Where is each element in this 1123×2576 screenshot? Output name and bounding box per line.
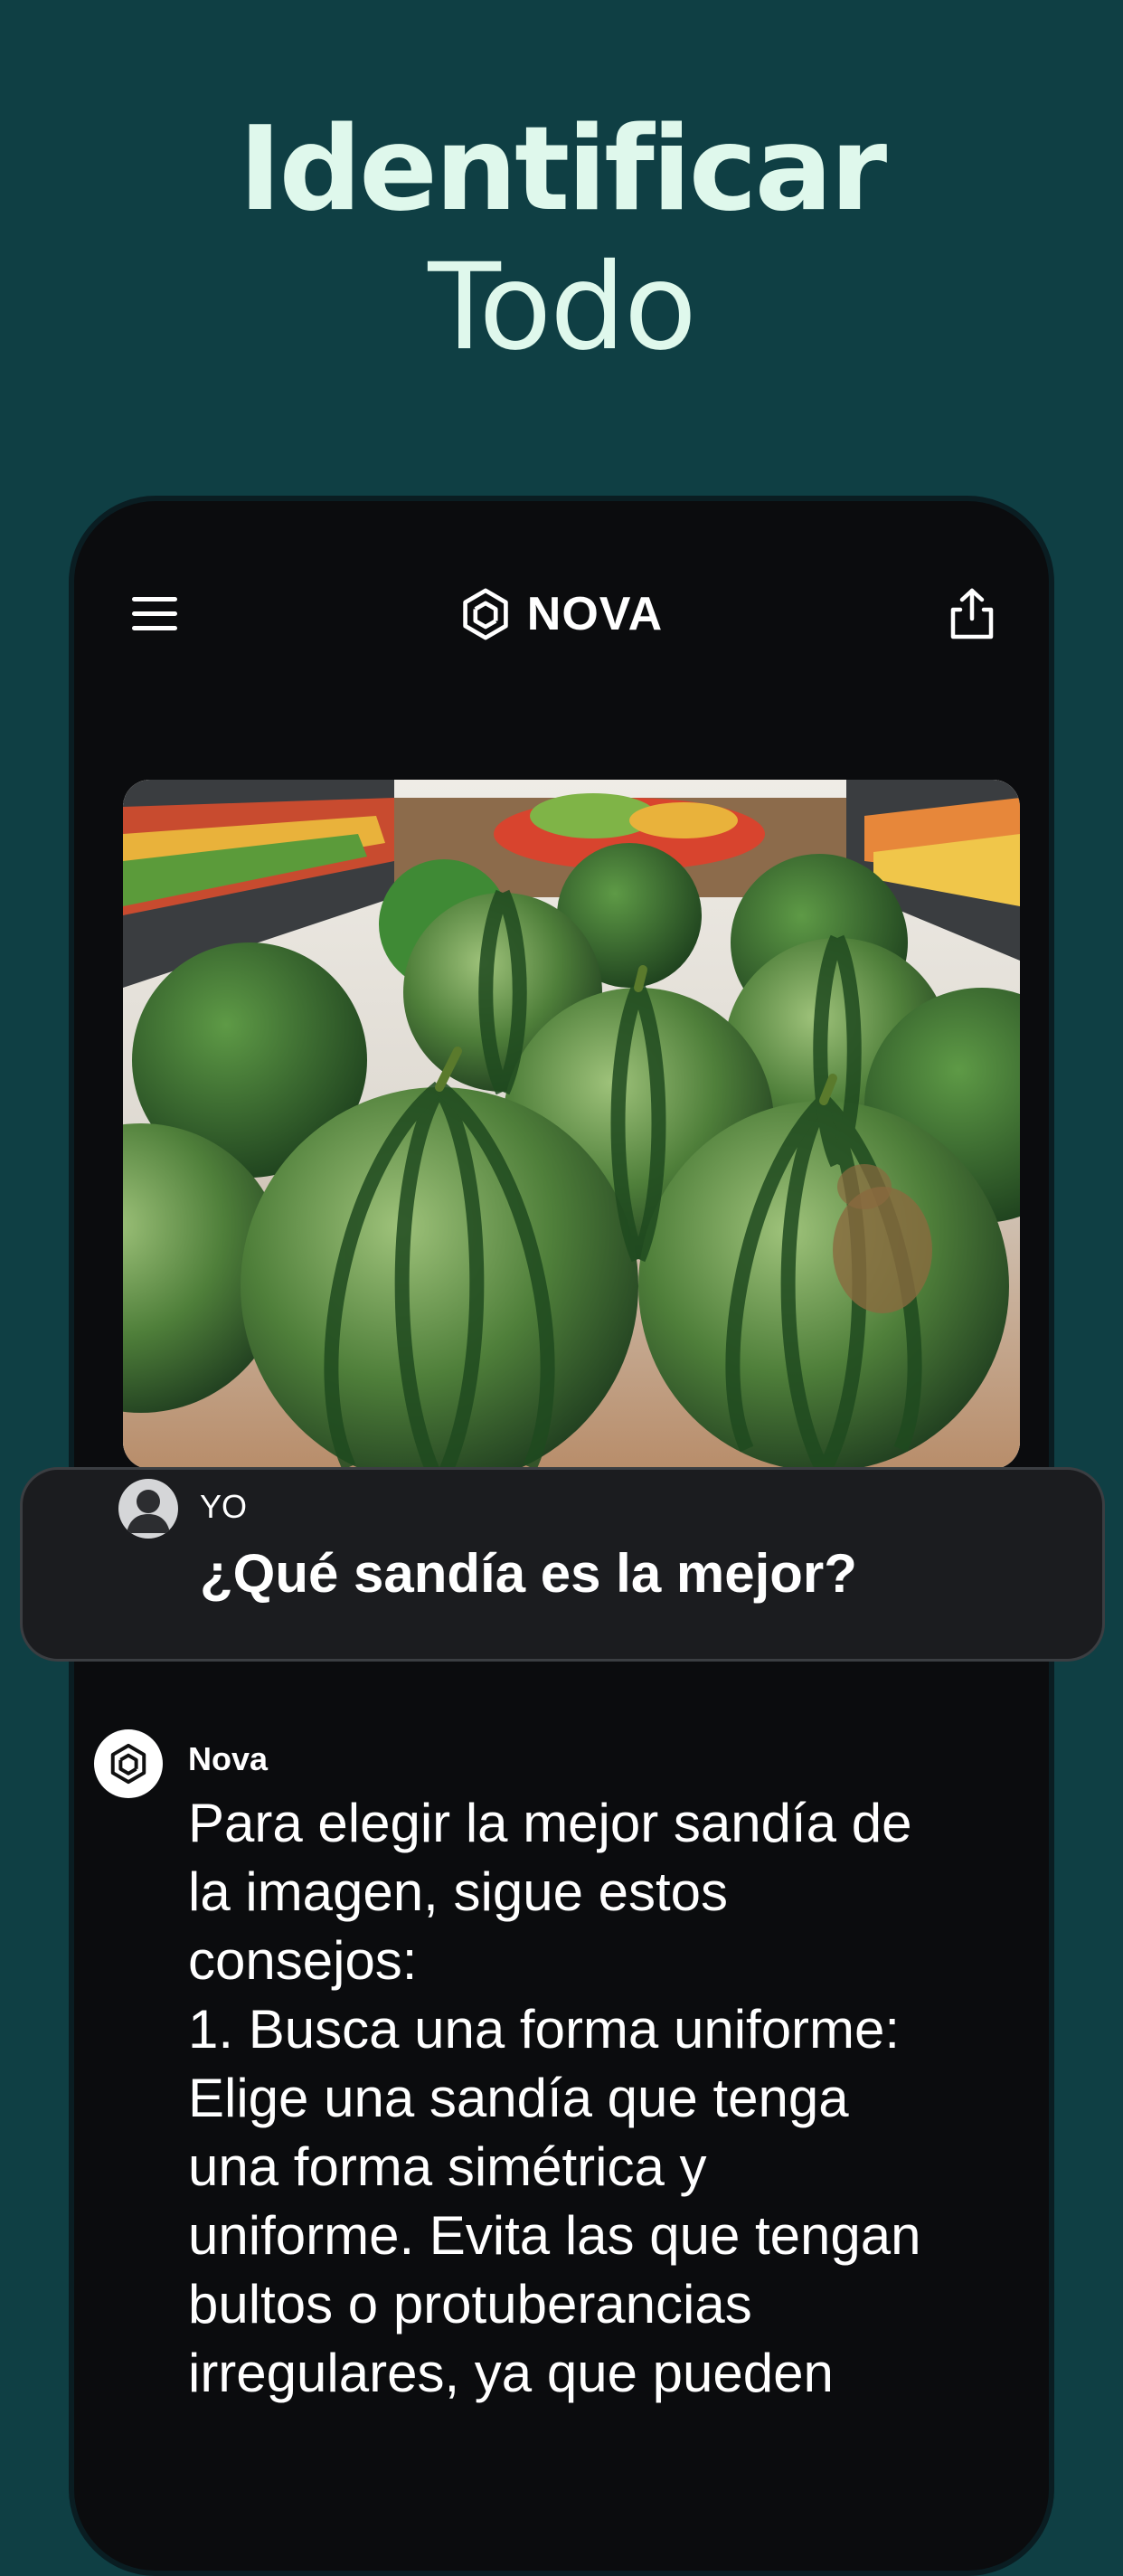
app-name: NOVA xyxy=(526,588,664,640)
answer-line: 1. Busca una forma uniforme: xyxy=(188,1999,901,2060)
share-icon[interactable] xyxy=(944,586,1000,642)
app-top-bar: NOVA xyxy=(74,501,1049,727)
user-question-text: ¿Qué sandía es la mejor? xyxy=(200,1543,857,1604)
hero-title-line2: Todo xyxy=(428,238,697,377)
nova-author-label: Nova xyxy=(188,1740,269,1777)
nova-answer-text: Para elegir la mejor sandía de la imagen… xyxy=(188,1789,1002,2408)
nova-avatar-icon xyxy=(94,1729,163,1798)
answer-line: la imagen, sigue estos xyxy=(188,1861,729,1922)
nova-logo-icon xyxy=(463,588,508,640)
watermelon-photo xyxy=(123,780,1020,1469)
app-brand: NOVA xyxy=(74,582,1049,646)
answer-line: bultos o protuberancias xyxy=(188,2274,752,2334)
user-avatar-icon xyxy=(118,1479,178,1539)
answer-line: una forma simétrica y xyxy=(188,2136,707,2197)
answer-line: uniforme. Evita las que tengan xyxy=(188,2205,921,2266)
user-author-label: YO xyxy=(200,1488,248,1525)
answer-line: consejos: xyxy=(188,1930,418,1991)
hero-title-line1: Identificar xyxy=(238,102,887,237)
watermelon-illustration xyxy=(123,780,1020,1469)
hero-heading: Identificar Todo xyxy=(0,99,1123,375)
answer-line: irregulares, ya que pueden xyxy=(188,2343,834,2403)
user-message-bubble: YO ¿Qué sandía es la mejor? xyxy=(20,1467,1105,1662)
answer-line: Para elegir la mejor sandía de xyxy=(188,1793,912,1853)
answer-line: Elige una sandía que tenga xyxy=(188,2068,849,2128)
